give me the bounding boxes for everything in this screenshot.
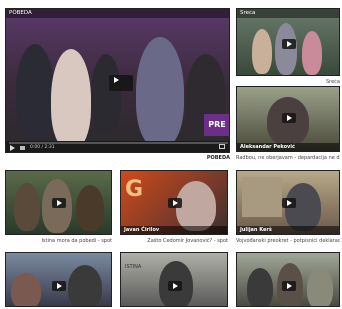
volume-icon[interactable]: [20, 146, 25, 150]
grid-video-thumbnail[interactable]: [5, 170, 112, 235]
crowd-figure: [247, 268, 273, 306]
side-video-thumbnail[interactable]: Sreca: [236, 8, 340, 76]
speaker-name-bar: Julijan Kerš: [237, 226, 339, 234]
side-video-caption[interactable]: Sreća: [236, 79, 340, 85]
family-figure: [252, 29, 272, 74]
crowd-figure: [51, 49, 91, 149]
crowd-figure: [91, 54, 121, 134]
play-icon[interactable]: [282, 39, 296, 49]
building-graphic: [242, 177, 282, 217]
overlay-label: ISTINA: [125, 264, 142, 270]
crowd-figure: [16, 44, 54, 139]
crowd-figure: [68, 265, 102, 306]
crowd-figure: [14, 183, 40, 231]
grid-video-thumbnail[interactable]: G Javan Ćirilov: [120, 170, 228, 235]
family-figure: [275, 23, 297, 75]
family-figure: [302, 31, 322, 75]
speaker-name: Julijan Kerš: [240, 227, 272, 233]
play-icon[interactable]: [168, 281, 182, 291]
crowd-figure: [136, 37, 184, 147]
speaker-figure: [176, 181, 216, 231]
main-video-caption[interactable]: POBEDA: [5, 155, 230, 161]
side-video-caption[interactable]: Radbou, ne oberjavam - depardacija ne de…: [236, 155, 340, 161]
play-icon[interactable]: [282, 281, 296, 291]
main-video-brand-text: PRE: [208, 120, 226, 129]
fullscreen-icon[interactable]: [219, 144, 225, 149]
side-video-thumbnail[interactable]: Aleksandar Peković: [236, 86, 340, 152]
crowd-figure: [11, 273, 41, 306]
play-icon[interactable]: [52, 198, 66, 208]
main-video-brand-panel: PRE: [204, 114, 229, 136]
grid-video-caption[interactable]: Istina mora da pobedi - spot: [5, 238, 112, 244]
speaker-name: Javan Ćirilov: [124, 227, 160, 233]
speaker-name-bar: Aleksandar Peković: [237, 143, 339, 151]
grid-video-thumbnail[interactable]: Julijan Kerš: [236, 170, 340, 235]
video-controls-bar: 0:00 / 2:31: [6, 141, 229, 152]
play-icon[interactable]: [109, 75, 133, 91]
grid-video-caption[interactable]: Zašto Čedomir Jovanović? - spot: [120, 238, 228, 244]
play-icon[interactable]: [282, 198, 296, 208]
play-button-icon[interactable]: [10, 145, 15, 151]
main-video-player[interactable]: POBEDA PRE 0:00 / 2:31: [5, 8, 230, 153]
crowd-figure: [76, 185, 104, 231]
time-display: 0:00 / 2:31: [30, 145, 55, 150]
main-video-title-bar: POBEDA: [6, 9, 229, 18]
speaker-name-bar: Javan Ćirilov: [121, 226, 227, 234]
main-video-title: POBEDA: [9, 10, 32, 16]
side-video-title-bar: Sreca: [237, 9, 339, 18]
grid-video-thumbnail[interactable]: [236, 252, 340, 307]
crowd-figure: [307, 267, 333, 306]
grid-video-thumbnail[interactable]: [5, 252, 112, 307]
grid-video-thumbnail[interactable]: ISTINA: [120, 252, 228, 307]
play-icon[interactable]: [168, 198, 182, 208]
play-icon[interactable]: [282, 113, 296, 123]
play-icon[interactable]: [52, 281, 66, 291]
speaker-name: Aleksandar Peković: [240, 144, 295, 150]
side-video-title: Sreca: [240, 10, 256, 16]
grid-video-caption[interactable]: Vojvođanski preokret - potpisnici deklar…: [236, 238, 340, 244]
logo-graphic: G: [125, 177, 144, 202]
